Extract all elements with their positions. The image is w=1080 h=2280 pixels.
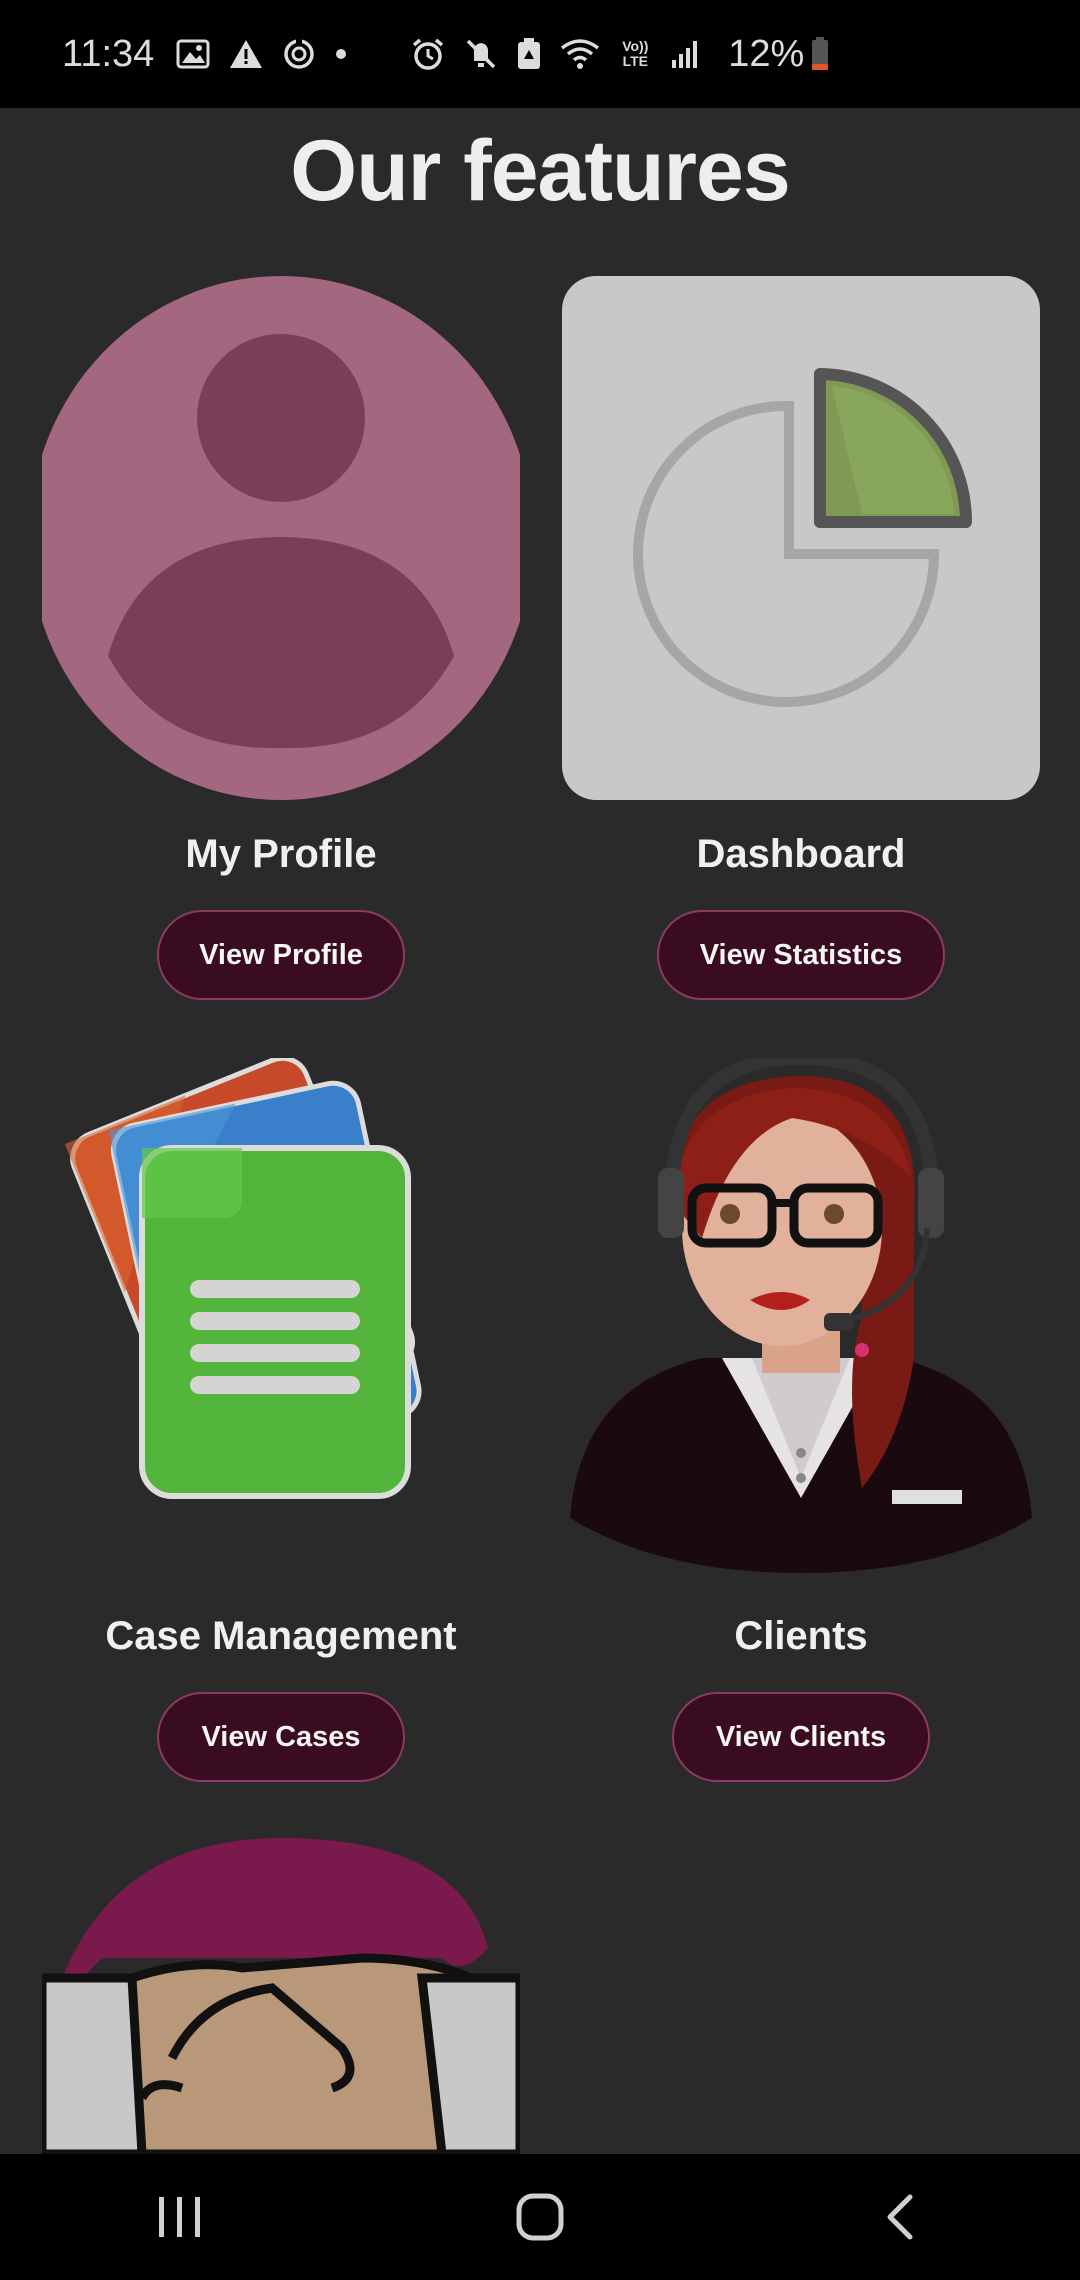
home-icon[interactable] — [480, 2177, 600, 2257]
recent-apps-icon[interactable] — [120, 2177, 240, 2257]
page-title: Our features — [290, 123, 790, 219]
support-agent-icon — [562, 1050, 1040, 1582]
feature-label: Case Management — [105, 1614, 457, 1658]
battery-icon — [810, 36, 830, 72]
sync-icon — [282, 37, 316, 71]
view-cases-button[interactable]: View Cases — [157, 1692, 405, 1782]
documents-icon — [42, 1055, 520, 1582]
feature-card-clients: Clients View Clients — [562, 1050, 1040, 1782]
view-statistics-button[interactable]: View Statistics — [657, 910, 945, 1000]
status-bar: 11:34 Vo)) LTE 12% — [0, 0, 1080, 108]
feature-label: My Profile — [185, 832, 377, 876]
navigation-bar — [0, 2154, 1080, 2280]
pie-chart-icon — [562, 276, 1040, 800]
mute-icon — [464, 37, 498, 71]
feature-label: Dashboard — [696, 832, 906, 876]
view-clients-button[interactable]: View Clients — [672, 1692, 930, 1782]
volte-label: Vo)) LTE — [622, 38, 649, 69]
feature-card-partnerships — [42, 1838, 520, 2154]
view-profile-button[interactable]: View Profile — [157, 910, 405, 1000]
status-right-group: Vo)) LTE 12% — [410, 33, 848, 76]
feature-card-case-management: Case Management View Cases — [42, 1055, 520, 1782]
back-icon[interactable] — [840, 2177, 960, 2257]
battery-percent: 12% — [728, 32, 805, 75]
volte-icon: Vo)) LTE — [618, 39, 652, 69]
battery-saver-icon — [516, 37, 542, 71]
wifi-icon — [560, 38, 600, 70]
feature-card-dashboard: Dashboard View Statistics — [562, 276, 1040, 1000]
status-time: 11:34 — [62, 32, 155, 75]
handshake-icon — [42, 1838, 520, 2154]
warning-icon — [228, 38, 264, 70]
alarm-icon — [410, 37, 446, 71]
feature-card-my-profile: My Profile View Profile — [42, 276, 520, 1000]
dot-icon — [334, 47, 348, 61]
feature-label: Clients — [734, 1614, 868, 1658]
profile-avatar-icon — [42, 276, 520, 800]
signal-icon — [670, 38, 702, 70]
image-icon — [176, 39, 210, 69]
